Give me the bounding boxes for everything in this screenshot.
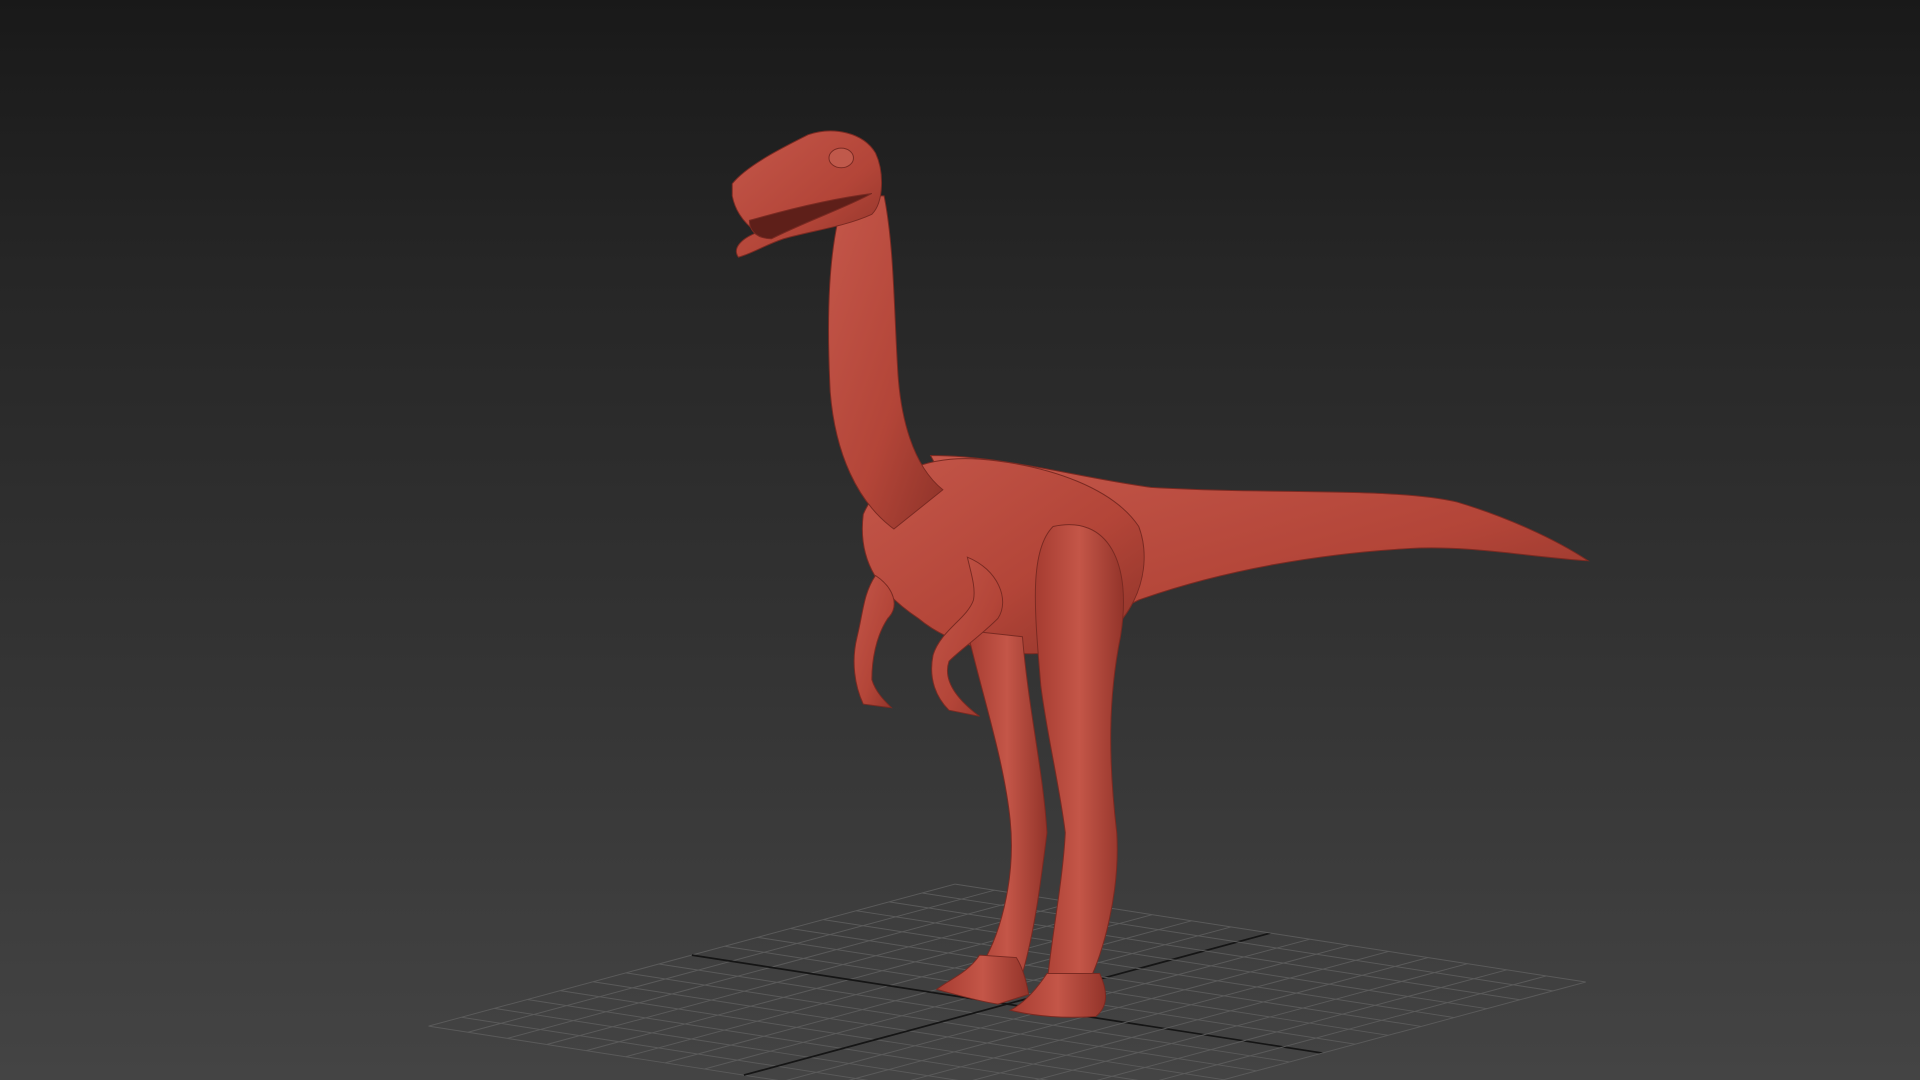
- grid-line: [856, 910, 1488, 1010]
- grid-line: [790, 927, 1422, 1027]
- viewport-canvas[interactable]: [0, 0, 1920, 1080]
- 3d-viewport[interactable]: [0, 0, 1920, 1080]
- dinosaur-model[interactable]: [731, 130, 1590, 1018]
- eye: [828, 147, 854, 169]
- grid-line: [910, 950, 1389, 1080]
- back-foot: [935, 954, 1030, 1005]
- front-leg: [1034, 524, 1124, 987]
- grid-line: [494, 1007, 959, 1080]
- neck: [828, 195, 944, 530]
- grid-line: [461, 1016, 869, 1080]
- grid-line: [823, 919, 1455, 1019]
- left-arm: [853, 574, 895, 709]
- back-leg: [966, 630, 1048, 975]
